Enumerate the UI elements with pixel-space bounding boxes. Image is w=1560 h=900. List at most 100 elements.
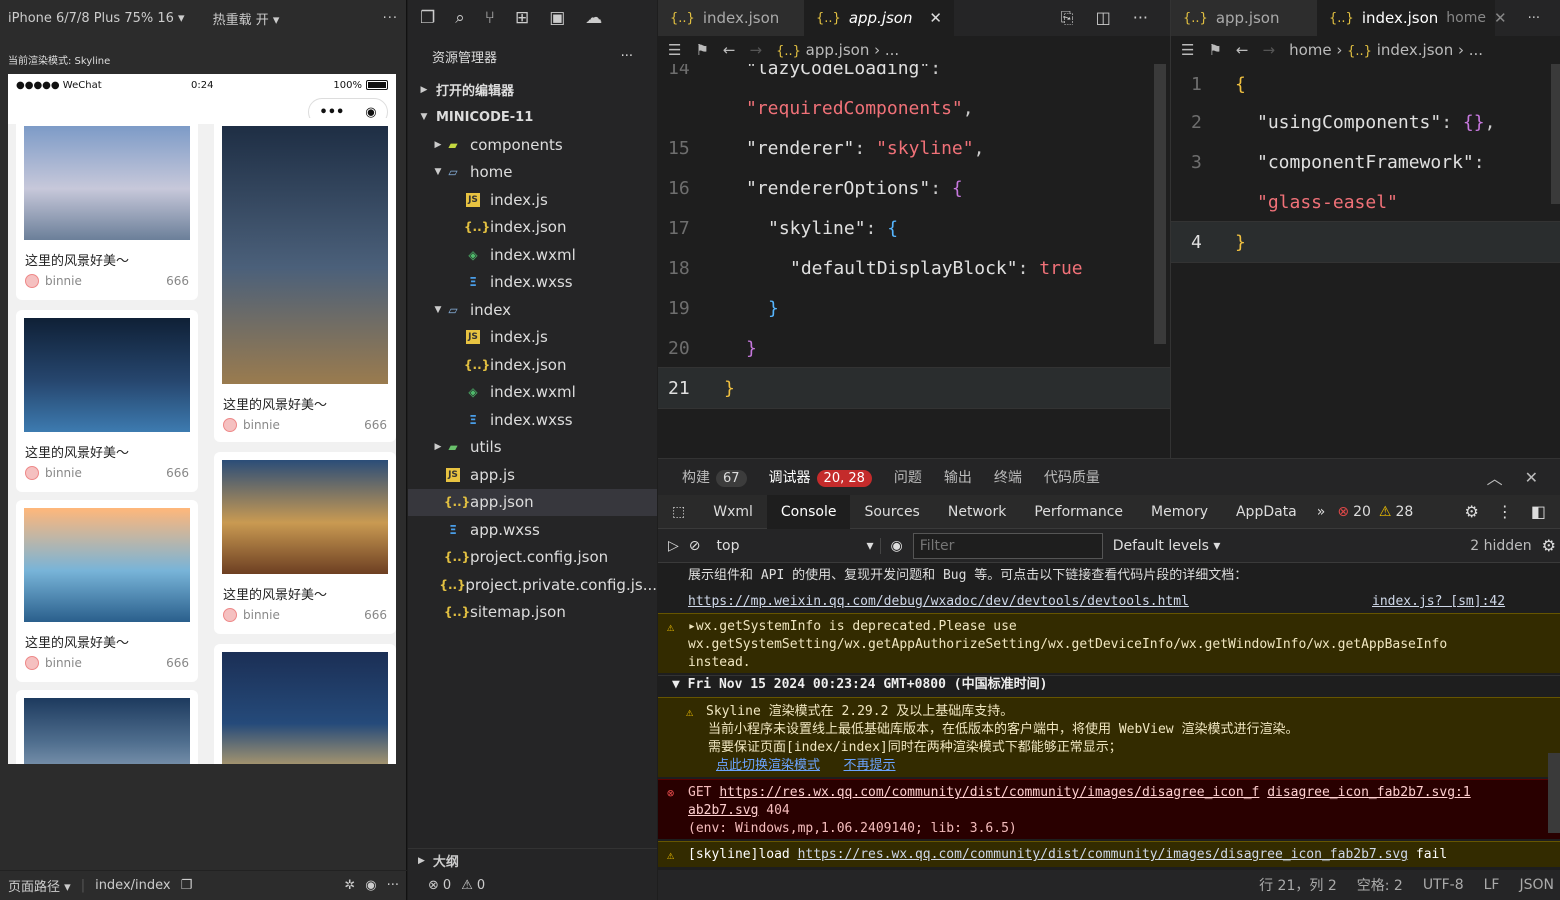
eye-icon[interactable]: ◉ [891,538,903,554]
bookmark-icon[interactable]: ⚑ [695,41,708,59]
scrollbar[interactable] [1154,64,1166,344]
feed-card[interactable] [16,690,198,764]
more-icon[interactable]: ··· [621,49,633,64]
debug-icon[interactable]: ▣ [549,8,565,28]
close-icon[interactable]: ✕ [1525,468,1538,487]
editor-right-code[interactable]: 1{2 "usingComponents": {}, 3 "componentFram… [1170,64,1560,458]
tab-home-index-json[interactable]: {..} index.json home ✕ [1317,0,1507,36]
tree-item[interactable]: Ξindex.wxss [408,406,657,434]
console-group[interactable]: ▼ Fri Nov 15 2024 00:23:24 GMT+0800 (中国标… [658,675,1560,694]
editor-left-code[interactable]: 14 "lazyCodeLoading": "requiredComponents"… [658,64,1170,458]
tab-network[interactable]: Network [934,495,1020,529]
docker-icon[interactable]: ☁ [585,8,602,28]
breadcrumb-file[interactable]: {..} app.json › ... [776,41,899,59]
issue-counter[interactable]: ⊗ 20 ⚠ 28 [1331,495,1419,529]
bookmark-icon[interactable]: ⚑ [1208,41,1221,59]
request-url-link[interactable]: ab2b7.svg [688,803,758,818]
cursor-position[interactable]: 行 21，列 2 [1259,875,1337,895]
tab-appdata[interactable]: AppData [1222,495,1311,529]
tree-item[interactable]: JS index.js [408,186,657,214]
tree-item[interactable]: ▼ ▱ index [408,296,657,324]
feed-card[interactable]: 这里的风景好美～ binnie 666 [16,500,198,682]
back-icon[interactable]: ← [1236,41,1249,59]
source-control-icon[interactable]: ⑂ [485,8,495,28]
tab-terminal[interactable]: 终端 [994,467,1022,487]
hot-reload-toggle[interactable]: 热重载 开 ▾ [213,9,280,28]
tree-item[interactable]: ◈ index.wxml [408,241,657,269]
forward-icon[interactable]: → [1262,41,1275,59]
tab-debugger[interactable]: 调试器 20, 28 [769,467,872,487]
tree-item[interactable]: {..} index.json [408,351,657,379]
settings-gear-icon[interactable]: ⚙ [1542,536,1556,555]
feed-card[interactable]: 这里的风景好美～ binnie 666 [214,452,396,634]
open-changes-icon[interactable]: ⎘ [1061,8,1074,28]
tab-performance[interactable]: Performance [1020,495,1137,529]
feed-card[interactable]: 这里的风景好美～ binnie 666 [214,118,396,442]
close-icon[interactable]: ✕ [929,9,942,27]
tree-item[interactable]: JS index.js [408,324,657,352]
console-filter-input[interactable] [912,532,1103,559]
tree-item[interactable]: ▶ ▰ components [408,131,657,159]
scrollbar[interactable] [1548,753,1560,833]
tab-memory[interactable]: Memory [1137,495,1222,529]
list-icon[interactable]: ☰ [1181,41,1194,59]
kebab-menu-icon[interactable]: ⋮ [1497,502,1513,521]
language-mode[interactable]: JSON [1519,877,1554,893]
breadcrumb-path[interactable]: home › {..} index.json › ... [1289,41,1483,59]
more-icon[interactable]: ··· [383,11,398,26]
context-select[interactable]: top ▾ [711,537,881,554]
sidebar-toggle-icon[interactable]: ▷ [668,538,679,554]
tab-problems[interactable]: 问题 [894,467,922,487]
tab-code-quality[interactable]: 代码质量 [1044,467,1100,487]
tree-item[interactable]: {..} index.json [408,214,657,242]
feed-card[interactable]: 这里的风景好美～ binnie 666 [16,118,198,300]
encoding[interactable]: UTF-8 [1423,877,1464,893]
tree-item[interactable]: ◈ index.wxml [408,379,657,407]
tree-item[interactable]: {..} project.private.config.js... [408,571,657,599]
tree-item[interactable]: {..} app.json [408,488,657,516]
dont-remind-link[interactable]: 不再提示 [844,758,896,773]
more-icon[interactable]: ··· [387,878,399,893]
dock-icon[interactable]: ◧ [1531,502,1546,521]
bug-icon[interactable]: ✲ [344,878,355,893]
extensions-icon[interactable]: ⊞ [515,8,529,28]
tree-item[interactable]: {..} project.config.json [408,544,657,572]
switch-render-mode-link[interactable]: 点此切换渲染模式 [716,758,820,773]
files-icon[interactable]: ❐ [420,8,435,28]
tree-item[interactable]: Ξindex.wxss [408,269,657,297]
copy-icon[interactable]: ❐ [181,878,193,893]
tree-item[interactable]: ▼ ▱ home [408,159,657,187]
device-select[interactable]: iPhone 6/7/8 Plus 75% 16 ▾ [8,11,185,26]
tree-item[interactable]: {..} sitemap.json [408,599,657,627]
tab-output[interactable]: 输出 [944,467,972,487]
page-path-select[interactable]: 页面路径 ▾ [8,876,71,895]
source-link[interactable]: disagree_icon_fab2b7.svg:1 [1267,785,1471,800]
doc-link[interactable]: https://mp.weixin.qq.com/debug/wxadoc/de… [688,594,1189,609]
tree-item[interactable]: ▶ ▰ utils [408,434,657,462]
indentation[interactable]: 空格: 2 [1357,875,1403,895]
tab-app-json[interactable]: {..} app.json ✕ [804,0,954,36]
more-icon[interactable]: ··· [1528,11,1560,26]
tab-build[interactable]: 构建 67 [682,467,747,487]
settings-gear-icon[interactable]: ⚙ [1465,502,1479,521]
inspect-icon[interactable]: ⬚ [658,495,699,529]
eye-icon[interactable]: ◉ [365,878,376,893]
forward-icon[interactable]: → [749,41,762,59]
expand-icon[interactable]: ▸ [688,619,696,634]
log-levels-select[interactable]: Default levels ▾ [1113,538,1221,554]
overflow-tabs-button[interactable]: » [1311,495,1332,529]
tree-item[interactable]: JS app.js [408,461,657,489]
problems-indicator[interactable]: ⊗ 0 ⚠ 0 [408,870,657,900]
more-icon[interactable]: ··· [1133,8,1148,28]
tab-sources[interactable]: Sources [850,495,933,529]
tree-item[interactable]: Ξapp.wxss [408,516,657,544]
clear-console-icon[interactable]: ⊘ [689,538,701,554]
open-editors-section[interactable]: ▶ 打开的编辑器 [408,76,657,104]
request-url-link[interactable]: https://res.wx.qq.com/community/dist/com… [719,785,1259,800]
resource-url-link[interactable]: https://res.wx.qq.com/community/dist/com… [798,847,1408,862]
feed-card[interactable]: 这里的风景好美～ binnie 666 [16,310,198,492]
outline-section[interactable]: ▶ 大纲 [408,848,657,872]
scrollbar[interactable] [1551,64,1560,204]
tab-wxml[interactable]: Wxml [699,495,767,529]
search-icon[interactable]: ⌕ [455,8,465,28]
